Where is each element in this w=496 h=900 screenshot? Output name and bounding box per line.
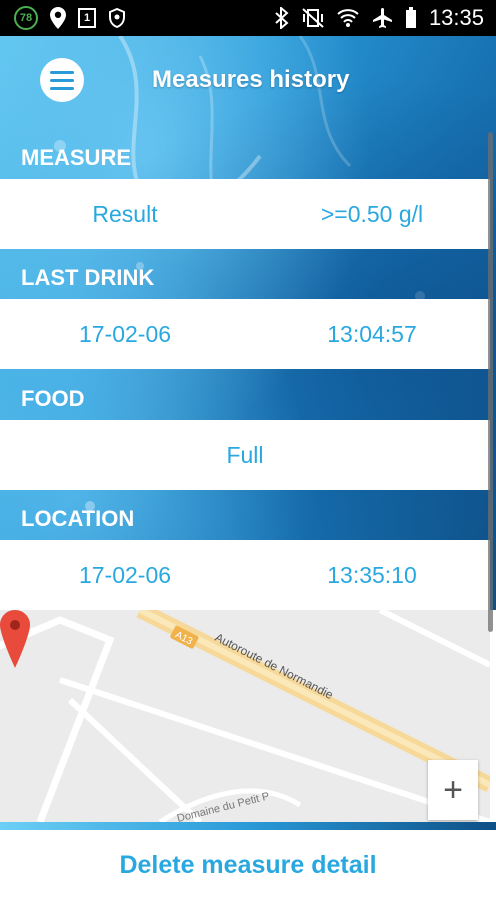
last-drink-row: 17-02-06 13:04:57 [0, 299, 490, 369]
map-roads: A13 Autoroute de Normandie Domaine du Pe… [0, 610, 490, 822]
sim-card-icon: 1 [78, 8, 96, 28]
status-bar-time: 13:35 [428, 5, 484, 30]
vibrate-mute-icon [301, 7, 325, 29]
last-drink-time: 13:04:57 [327, 320, 417, 347]
measure-result-label: Result [92, 200, 158, 227]
location-time: 13:35:10 [327, 561, 417, 588]
footer: Delete measure detail [0, 830, 496, 900]
location-map[interactable]: A13 Autoroute de Normandie Domaine du Pe… [0, 610, 490, 822]
wifi-icon [337, 8, 359, 28]
measure-result-value: >=0.50 g/l [320, 200, 424, 227]
map-pin-icon[interactable] [0, 610, 30, 668]
scrollbar[interactable] [488, 132, 493, 632]
shield-icon [108, 8, 126, 28]
zoom-in-button[interactable]: + [428, 760, 478, 820]
location-date: 17-02-06 [78, 561, 172, 588]
location-pin-icon [50, 7, 66, 29]
section-header-measure: MEASURE [21, 145, 132, 170]
measure-row: Result >=0.50 g/l [0, 179, 490, 249]
status-bar-right: 13:35 [275, 5, 484, 31]
footer-divider [0, 822, 496, 830]
section-header-location: LOCATION [21, 506, 135, 531]
hamburger-menu-icon[interactable] [40, 58, 84, 102]
page-title: Measures history [152, 66, 350, 93]
status-bar-left: 78 1 [14, 6, 126, 30]
bluetooth-icon [275, 7, 289, 29]
notification-count-badge: 78 [14, 6, 38, 30]
status-bar: 78 1 13:35 [0, 0, 496, 36]
toolbar: Measures history [0, 36, 496, 128]
section-header-last-drink: LAST DRINK [21, 265, 155, 290]
section-header-food: FOOD [21, 386, 85, 411]
location-row: 17-02-06 13:35:10 [0, 540, 490, 610]
delete-measure-button[interactable]: Delete measure detail [119, 851, 376, 880]
airplane-mode-icon [371, 7, 393, 29]
road-name-main: Autoroute de Normandie [213, 630, 336, 702]
food-value: Full [226, 441, 264, 468]
battery-icon [405, 7, 417, 29]
food-row: Full [0, 420, 490, 490]
last-drink-date: 17-02-06 [78, 320, 172, 347]
